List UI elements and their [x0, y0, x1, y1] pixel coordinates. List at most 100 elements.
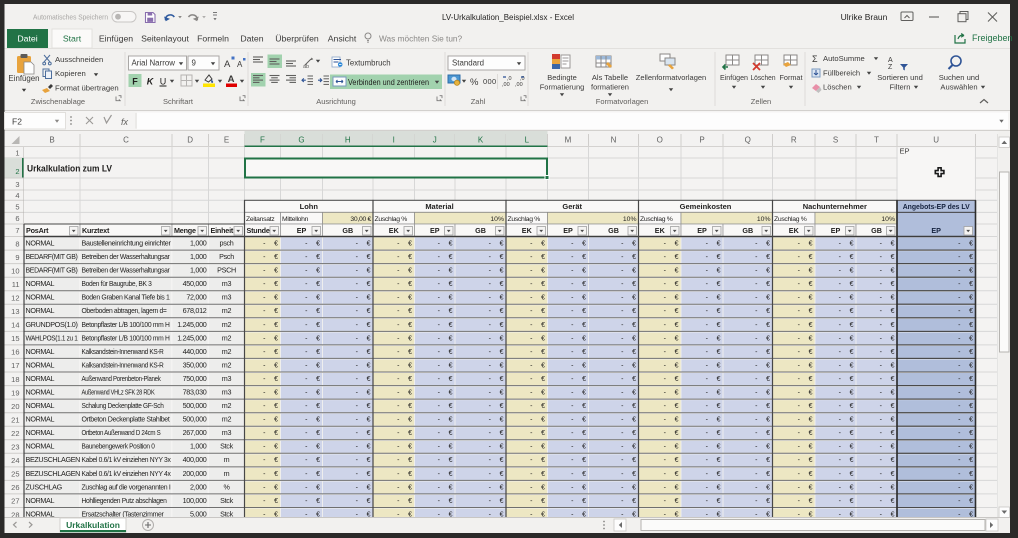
svg-text:€: €: [717, 281, 721, 288]
svg-text:€: €: [408, 403, 412, 410]
svg-text:Als Tabelle: Als Tabelle: [592, 73, 628, 82]
svg-text:C: C: [123, 136, 129, 145]
svg-text:€: €: [809, 498, 813, 505]
svg-text:Nachunternehmer: Nachunternehmer: [803, 202, 867, 211]
svg-text:€: €: [891, 498, 895, 505]
svg-text:Automatisches Speichern: Automatisches Speichern: [33, 13, 108, 22]
svg-text:€: €: [367, 471, 371, 478]
svg-text:€: €: [582, 403, 586, 410]
svg-text:€: €: [766, 471, 770, 478]
svg-text:€: €: [969, 335, 973, 342]
svg-text:,00: ,00: [502, 82, 510, 88]
svg-text:€: €: [541, 254, 545, 261]
svg-text:m: m: [224, 469, 230, 478]
svg-text:Filtern: Filtern: [889, 83, 910, 92]
svg-text:Zellenformatvorlagen: Zellenformatvorlagen: [636, 73, 706, 82]
svg-text:€: €: [541, 322, 545, 329]
svg-text:€: €: [632, 484, 636, 491]
svg-text:€: €: [809, 308, 813, 315]
svg-text:€: €: [541, 241, 545, 248]
svg-text:€: €: [541, 403, 545, 410]
svg-text:€: €: [449, 484, 453, 491]
svg-text:€: €: [449, 457, 453, 464]
svg-text:Füllbereich: Füllbereich: [823, 69, 860, 78]
svg-text:EP: EP: [430, 226, 440, 235]
svg-text:€: €: [632, 349, 636, 356]
svg-text:Einfügen: Einfügen: [720, 73, 748, 82]
svg-text:Betreiben der Wasserhaltungsar: Betreiben der Wasserhaltungsar: [82, 252, 171, 261]
svg-text:Verbinden und zentrieren: Verbinden und zentrieren: [348, 78, 429, 87]
svg-text:€: €: [367, 362, 371, 369]
svg-text:m: m: [224, 455, 230, 464]
svg-text:€: €: [969, 417, 973, 424]
svg-text:€: €: [274, 241, 278, 248]
svg-text:K: K: [478, 136, 484, 145]
svg-text:€: €: [316, 430, 320, 437]
svg-text:R: R: [791, 136, 797, 145]
svg-text:€: €: [449, 444, 453, 451]
svg-text:BEDARF(MIT GB): BEDARF(MIT GB): [26, 266, 78, 275]
svg-text:M: M: [565, 136, 572, 145]
svg-text:€: €: [766, 241, 770, 248]
svg-text:€: €: [675, 376, 679, 383]
svg-text:€: €: [367, 457, 371, 464]
svg-text:€: €: [891, 281, 895, 288]
svg-text:€: €: [969, 498, 973, 505]
svg-text:NORMAL: NORMAL: [26, 496, 55, 505]
svg-text:P: P: [699, 136, 704, 145]
svg-text:€: €: [408, 484, 412, 491]
svg-text:GB: GB: [871, 226, 882, 235]
svg-text:€: €: [274, 484, 278, 491]
svg-text:€: €: [316, 457, 320, 464]
svg-text:€: €: [316, 241, 320, 248]
svg-text:€: €: [809, 281, 813, 288]
svg-text:€: €: [809, 417, 813, 424]
svg-text:€: €: [891, 295, 895, 302]
svg-text:Einfügen: Einfügen: [99, 34, 133, 44]
svg-text:€: €: [500, 430, 504, 437]
svg-text:€: €: [850, 268, 854, 275]
svg-text:€: €: [891, 241, 895, 248]
svg-text:NORMAL: NORMAL: [26, 415, 55, 424]
svg-text:F2: F2: [12, 117, 22, 127]
svg-text:€: €: [809, 430, 813, 437]
svg-text:€: €: [632, 430, 636, 437]
svg-text:EP: EP: [297, 226, 307, 235]
svg-text:€: €: [449, 390, 453, 397]
svg-text:Textumbruch: Textumbruch: [346, 59, 391, 68]
svg-text:€: €: [274, 444, 278, 451]
svg-text:12: 12: [11, 294, 19, 303]
svg-text:10: 10: [11, 266, 19, 275]
svg-text:€: €: [675, 457, 679, 464]
svg-text:€: €: [850, 484, 854, 491]
svg-text:€: €: [850, 362, 854, 369]
svg-text:Was möchten Sie tun?: Was möchten Sie tun?: [379, 34, 463, 44]
svg-text:€: €: [717, 498, 721, 505]
svg-text:€: €: [850, 444, 854, 451]
svg-text:€: €: [500, 308, 504, 315]
svg-text:€: €: [367, 295, 371, 302]
svg-text:25: 25: [11, 470, 19, 479]
svg-text:LV-Urkalkulation_Beispiel.xlsx: LV-Urkalkulation_Beispiel.xlsx - Excel: [442, 12, 574, 22]
svg-text:Bedingte: Bedingte: [547, 73, 577, 82]
svg-text:€: €: [891, 376, 895, 383]
svg-text:m2: m2: [222, 360, 232, 369]
svg-text:€: €: [316, 308, 320, 315]
svg-text:€: €: [500, 403, 504, 410]
svg-text:€: €: [500, 322, 504, 329]
svg-text:H: H: [345, 136, 351, 145]
svg-text:€: €: [632, 335, 636, 342]
svg-text:Einfügen: Einfügen: [8, 74, 39, 83]
svg-text:€: €: [850, 430, 854, 437]
svg-text:psch: psch: [220, 239, 234, 248]
svg-text:€: €: [809, 322, 813, 329]
svg-text:€: €: [632, 254, 636, 261]
svg-text:Kabel 0.6/1 kV einziehen NYY 4: Kabel 0.6/1 kV einziehen NYY 4x: [82, 469, 172, 478]
svg-text:€: €: [367, 335, 371, 342]
svg-text:F: F: [132, 77, 138, 87]
svg-text:€: €: [809, 457, 813, 464]
svg-text:€: €: [675, 430, 679, 437]
svg-text:Gemeinkosten: Gemeinkosten: [680, 202, 732, 211]
svg-text:€: €: [449, 362, 453, 369]
svg-text:€: €: [891, 390, 895, 397]
